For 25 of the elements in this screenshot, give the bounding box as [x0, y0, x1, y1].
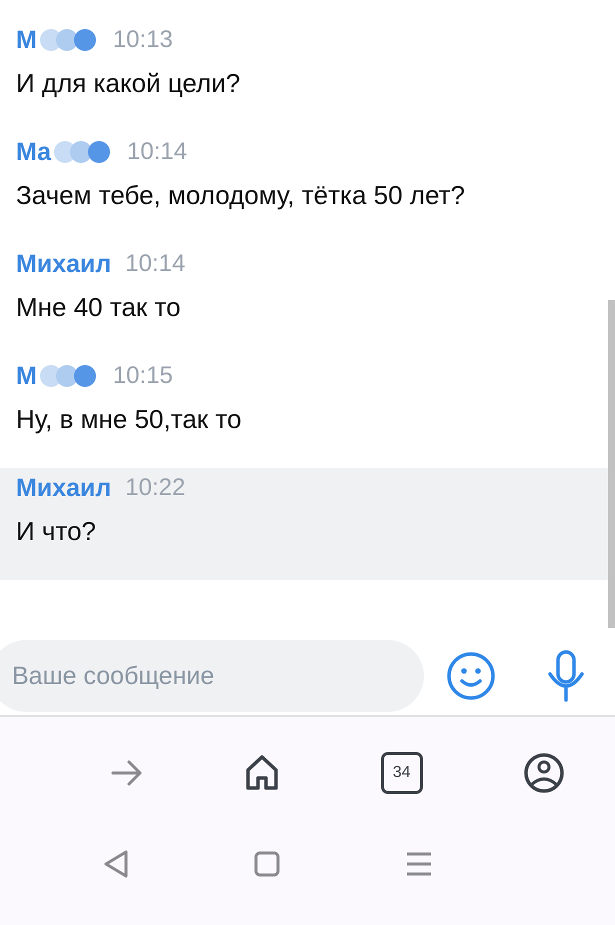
sender-name[interactable]: Михаил: [16, 474, 112, 502]
account-icon[interactable]: [522, 752, 565, 794]
message-text: Зачем тебе, молодому, тётка 50 лет?: [16, 180, 466, 211]
message-time: 10:14: [127, 138, 188, 166]
message-time: 10:15: [112, 362, 173, 390]
message-time: 10:14: [125, 250, 186, 278]
message-time: 10:22: [125, 474, 186, 502]
back-icon[interactable]: [102, 849, 130, 879]
forward-arrow-icon[interactable]: [110, 758, 144, 788]
message-text: И что?: [16, 516, 97, 547]
home-icon[interactable]: [244, 754, 280, 792]
emoji-icon[interactable]: [446, 651, 496, 701]
menu-icon[interactable]: [404, 851, 433, 877]
home-square-icon[interactable]: [254, 851, 280, 877]
message-input[interactable]: Ваше сообщение: [0, 640, 424, 712]
message-time: 10:13: [112, 26, 173, 54]
sender-name[interactable]: Ма: [16, 138, 52, 166]
sender-name[interactable]: М: [16, 362, 37, 390]
microphone-icon[interactable]: [546, 649, 586, 703]
message-text: Ну, в мне 50,так то: [16, 404, 242, 435]
message-text: И для какой цели?: [16, 68, 242, 99]
message-text: Мне 40 так то: [16, 292, 182, 323]
sender-name[interactable]: Михаил: [16, 250, 112, 278]
tabs-button[interactable]: 34: [380, 752, 423, 794]
sender-name[interactable]: М: [16, 26, 37, 54]
